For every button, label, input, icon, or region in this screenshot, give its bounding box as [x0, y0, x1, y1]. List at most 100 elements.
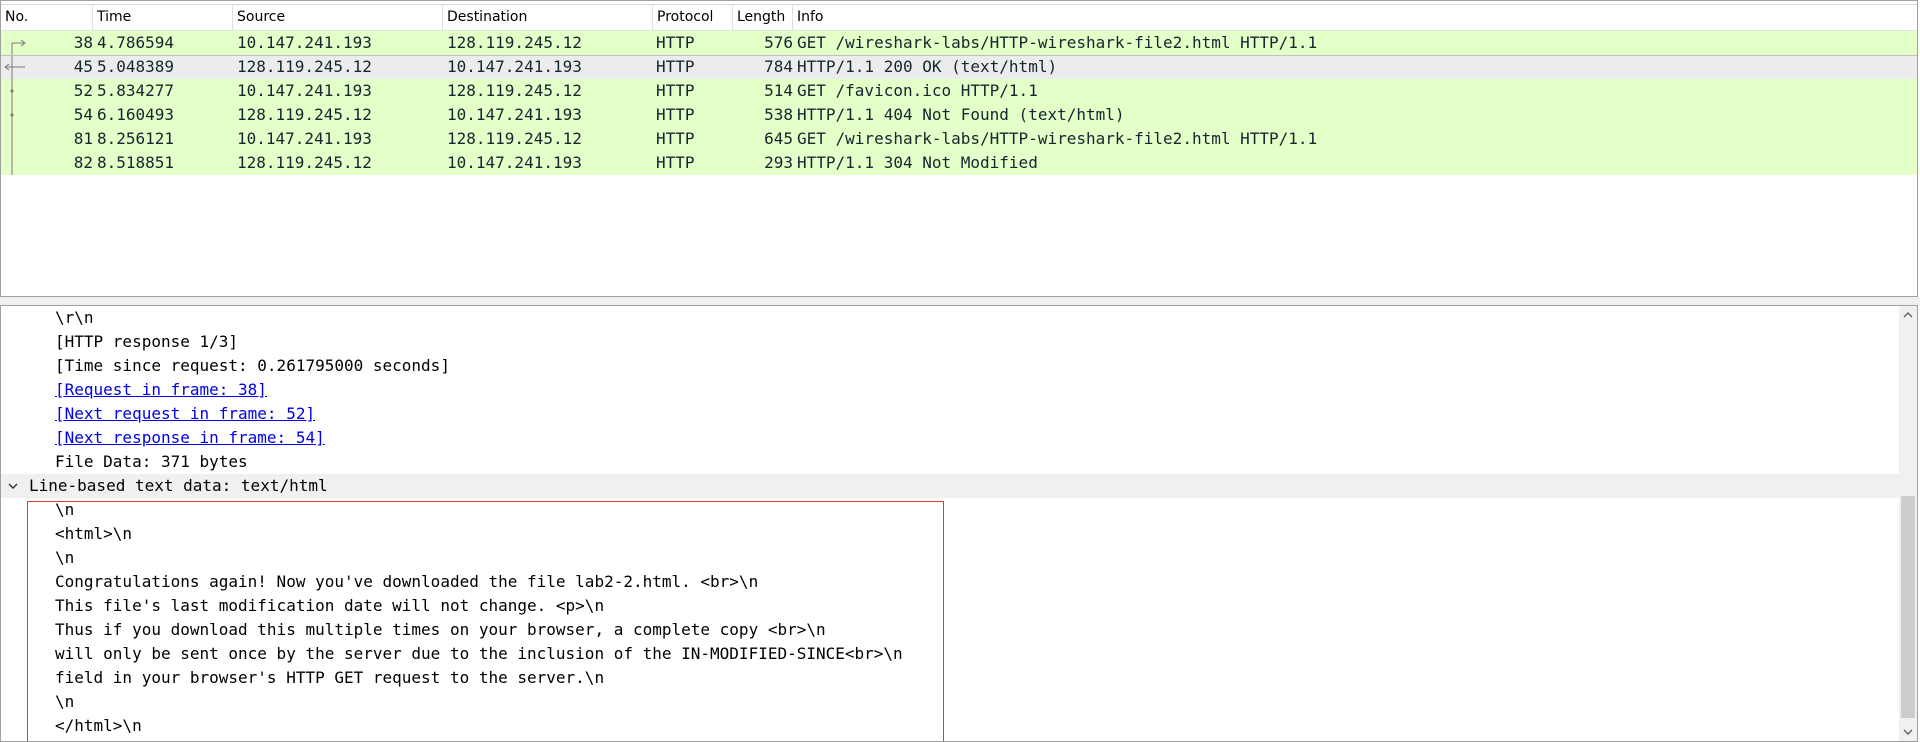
packet-row[interactable]: 81 8.256121 10.147.241.193 128.119.245.12 HT…	[1, 127, 1917, 151]
packet-length: 784	[764, 57, 793, 76]
packet-time: 5.048389	[97, 57, 175, 76]
packet-destination: 128.119.245.12	[447, 33, 582, 52]
scroll-up-arrow-icon[interactable]	[1899, 306, 1917, 324]
packet-no: 45	[73, 57, 93, 76]
packet-info: HTTP/1.1 404 Not Found (text/html)	[797, 105, 1125, 124]
packet-destination: 10.147.241.193	[447, 105, 582, 124]
packet-info: HTTP/1.1 200 OK (text/html)	[797, 57, 1058, 76]
packet-no: 52	[73, 81, 93, 100]
column-header-protocol[interactable]: Protocol	[653, 5, 733, 30]
html-body-text: \n	[55, 548, 75, 567]
html-body-line: \n	[1, 546, 1899, 570]
html-body-text: Thus if you download this multiple times…	[55, 620, 826, 639]
packet-row[interactable]: 52 5.834277 10.147.241.193 128.119.245.12 HT…	[1, 79, 1917, 103]
html-body-line: This file's last modification date will …	[1, 594, 1899, 618]
packet-source: 128.119.245.12	[237, 105, 372, 124]
packet-info: HTTP/1.1 304 Not Modified	[797, 153, 1038, 172]
html-body-line: </html>\n	[1, 714, 1899, 738]
packet-source: 128.119.245.12	[237, 153, 372, 172]
packet-destination: 128.119.245.12	[447, 81, 582, 100]
packet-time: 6.160493	[97, 105, 175, 124]
packet-list-pane[interactable]: No. Time Source Destination Protocol Len…	[0, 0, 1918, 297]
packet-length: 576	[764, 33, 793, 52]
scroll-down-arrow-icon[interactable]	[1899, 723, 1917, 741]
html-body-text: \n	[55, 500, 75, 519]
column-header-info[interactable]: Info	[793, 5, 1917, 30]
packet-destination: 10.147.241.193	[447, 153, 582, 172]
detail-line: [HTTP response 1/3]	[1, 330, 1899, 354]
packet-time: 8.256121	[97, 129, 175, 148]
detail-text: [Time since request: 0.261795000 seconds…	[55, 356, 450, 375]
packet-length: 293	[764, 153, 793, 172]
html-body-text: </html>\n	[55, 716, 142, 735]
packet-protocol: HTTP	[656, 105, 695, 124]
packet-source: 10.147.241.193	[237, 129, 372, 148]
column-header-length[interactable]: Length	[733, 5, 793, 30]
frame-link[interactable]: [Request in frame: 38]	[55, 378, 267, 402]
frame-link-line[interactable]: [Request in frame: 38]	[1, 378, 1899, 402]
packet-no: 38	[73, 33, 93, 52]
html-body-line: will only be sent once by the server due…	[1, 642, 1899, 666]
section-title: Line-based text data: text/html	[29, 476, 328, 495]
packet-info: GET /wireshark-labs/HTTP-wireshark-file2…	[797, 129, 1318, 148]
vertical-scrollbar[interactable]	[1899, 306, 1917, 741]
html-body-text: Congratulations again! Now you've downlo…	[55, 572, 759, 591]
html-body-line: \n	[1, 498, 1899, 522]
frame-link[interactable]: [Next response in frame: 54]	[55, 426, 325, 450]
packet-source: 10.147.241.193	[237, 33, 372, 52]
packet-time: 5.834277	[97, 81, 175, 100]
html-body-line: <html>\n	[1, 522, 1899, 546]
html-body-line: Congratulations again! Now you've downlo…	[1, 570, 1899, 594]
packet-row[interactable]: 45 5.048389 128.119.245.12 10.147.241.193 HT…	[1, 55, 1917, 80]
packet-protocol: HTTP	[656, 81, 695, 100]
packet-source: 128.119.245.12	[237, 57, 372, 76]
packet-protocol: HTTP	[656, 129, 695, 148]
packet-info: GET /favicon.ico HTTP/1.1	[797, 81, 1038, 100]
packet-destination: 128.119.245.12	[447, 129, 582, 148]
packet-length: 514	[764, 81, 793, 100]
detail-text: \r\n	[55, 308, 94, 327]
packet-source: 10.147.241.193	[237, 81, 372, 100]
packet-row[interactable]: 38 4.786594 10.147.241.193 128.119.245.12 HT…	[1, 31, 1917, 55]
detail-line: File Data: 371 bytes	[1, 450, 1899, 474]
html-body-text: field in your browser's HTTP GET request…	[55, 668, 605, 687]
detail-text: [HTTP response 1/3]	[55, 332, 239, 351]
packet-time: 4.786594	[97, 33, 175, 52]
frame-link-line[interactable]: [Next response in frame: 54]	[1, 426, 1899, 450]
packet-details-pane[interactable]: \r\n [HTTP response 1/3] [Time since reque…	[0, 305, 1918, 742]
column-header-no[interactable]: No.	[1, 5, 93, 30]
packet-row[interactable]: 54 6.160493 128.119.245.12 10.147.241.193 HT…	[1, 103, 1917, 127]
column-header-source[interactable]: Source	[233, 5, 443, 30]
html-body-text: \n	[55, 692, 75, 711]
html-body-line: field in your browser's HTTP GET request…	[1, 666, 1899, 690]
frame-link-line[interactable]: [Next request in frame: 52]	[1, 402, 1899, 426]
html-body-line: \n	[1, 690, 1899, 714]
packet-protocol: HTTP	[656, 33, 695, 52]
chevron-down-icon[interactable]	[6, 474, 20, 498]
packet-info: GET /wireshark-labs/HTTP-wireshark-file2…	[797, 33, 1318, 52]
pane-splitter[interactable]	[0, 297, 1920, 305]
html-body-text: This file's last modification date will …	[55, 596, 605, 615]
detail-line: [Time since request: 0.261795000 seconds…	[1, 354, 1899, 378]
packet-time: 8.518851	[97, 153, 175, 172]
packet-protocol: HTTP	[656, 153, 695, 172]
packet-no: 81	[73, 129, 93, 148]
line-based-text-section-header[interactable]: Line-based text data: text/html	[1, 474, 1899, 498]
html-body-text: will only be sent once by the server due…	[55, 644, 903, 663]
detail-text: File Data: 371 bytes	[55, 452, 248, 471]
packet-row[interactable]: 82 8.518851 128.119.245.12 10.147.241.193 HT…	[1, 151, 1917, 175]
scrollbar-thumb[interactable]	[1901, 496, 1915, 718]
packet-list-header: No. Time Source Destination Protocol Len…	[1, 5, 1917, 31]
detail-line: \r\n	[1, 306, 1899, 330]
html-body-text: <html>\n	[55, 524, 133, 543]
packet-length: 538	[764, 105, 793, 124]
packet-protocol: HTTP	[656, 57, 695, 76]
frame-link[interactable]: [Next request in frame: 52]	[55, 402, 315, 426]
packet-no: 54	[73, 105, 93, 124]
column-header-time[interactable]: Time	[93, 5, 233, 30]
packet-length: 645	[764, 129, 793, 148]
packet-no: 82	[73, 153, 93, 172]
column-header-destination[interactable]: Destination	[443, 5, 653, 30]
packet-destination: 10.147.241.193	[447, 57, 582, 76]
html-body-line: Thus if you download this multiple times…	[1, 618, 1899, 642]
